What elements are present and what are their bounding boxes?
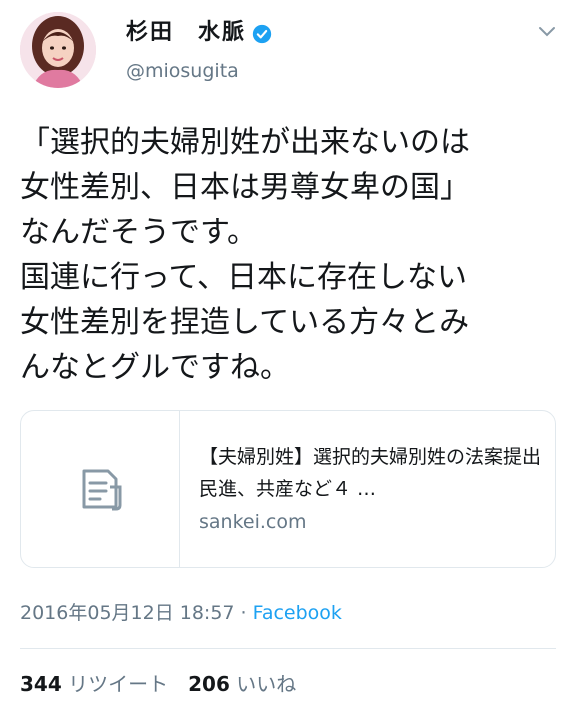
card-domain: sankei.com xyxy=(199,511,307,533)
tweet-text: 「選択的夫婦別姓が出来ないのは 女性差別、日本は男尊女卑の国」 なんだそうです。… xyxy=(20,125,470,385)
likes-count: 206 xyxy=(188,672,230,696)
retweets-label: リツイート xyxy=(68,672,169,696)
link-card[interactable]: 【夫婦別姓】選択的夫婦別姓の法案提出 民進、共産など４ … sankei.com xyxy=(20,410,556,568)
tweet-stats: 344 リツイート 206 いいね xyxy=(20,668,296,697)
likes-stat[interactable]: 206 いいね xyxy=(188,672,296,696)
meta-separator: · xyxy=(234,602,253,624)
card-title[interactable]: 【夫婦別姓】選択的夫婦別姓の法案提出 民進、共産など４ … xyxy=(199,441,544,505)
likes-label: いいね xyxy=(236,672,297,696)
avatar[interactable] xyxy=(20,12,96,88)
source-link[interactable]: Facebook xyxy=(253,602,342,624)
author-name[interactable]: 杉田 水脈 xyxy=(126,14,246,46)
verified-badge-icon xyxy=(252,24,272,44)
timestamp[interactable]: 2016年05月12日 18:57 xyxy=(20,602,235,624)
card-thumbnail xyxy=(21,411,180,567)
avatar-photo xyxy=(20,12,96,88)
retweets-stat[interactable]: 344 リツイート xyxy=(20,672,168,696)
chevron-down-icon[interactable] xyxy=(538,26,556,38)
author-handle[interactable]: @miosugita xyxy=(126,60,239,82)
retweets-count: 344 xyxy=(20,672,62,696)
divider xyxy=(20,648,556,649)
document-icon xyxy=(82,469,122,511)
tweet-meta: 2016年05月12日 18:57 · Facebook xyxy=(20,598,342,625)
